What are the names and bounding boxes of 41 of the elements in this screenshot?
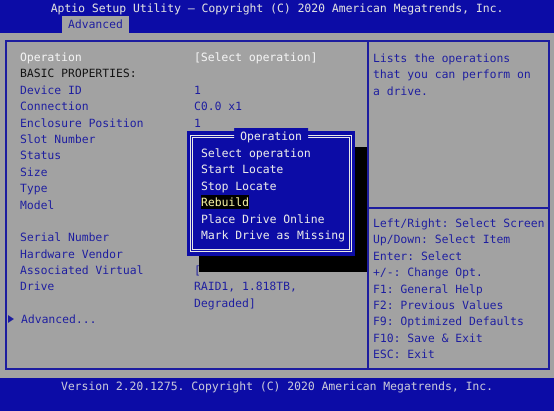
property-label: Type [20, 181, 48, 196]
key-hint: +/-: Change Opt. [373, 265, 483, 280]
property-label: Status [20, 148, 62, 162]
key-hint: Up/Down: Select Item [373, 232, 510, 246]
popup-option[interactable]: Place Drive Online [201, 212, 324, 226]
key-hint: Enter: Select [373, 248, 462, 263]
popup-option[interactable]: Mark Drive as Missing [201, 228, 346, 242]
property-value: RAID1, 1.818TB, [194, 278, 297, 295]
tab[interactable]: Advanced [62, 16, 129, 33]
version-text: Version 2.20.1275. Copyright (C) 2020 American Megatrends, Inc. [60, 379, 494, 393]
popup-option[interactable]: Stop Locate [201, 178, 276, 193]
key-hint: Left/Right: Select Screen [373, 216, 544, 230]
property-label: Serial Number [20, 230, 110, 244]
property-label: Device ID [20, 82, 82, 97]
key-hint: F1: General Help [373, 282, 483, 296]
submenu-arrow-icon [8, 315, 14, 324]
property-label: Hardware Vendor [20, 246, 123, 261]
property-label: Connection [20, 99, 89, 114]
help-text: Lists the operations that you can perform on a drive. [373, 51, 531, 98]
property-label: Slot Number [20, 132, 96, 146]
property-value: Degraded] [194, 294, 256, 312]
key-hint: F10: Save & Exit [373, 330, 483, 345]
property-value: [ [194, 262, 201, 278]
section-heading: BASIC PROPERTIES: [20, 65, 138, 82]
window-title: Aptio Setup Utility – Copyright (C) 2020 American Megatrends, Inc. [50, 0, 504, 16]
property-label: Drive [20, 279, 54, 294]
submenu-link[interactable]: Advanced... [21, 311, 195, 328]
property-label: Model [20, 198, 54, 212]
property-value: 1 [194, 114, 201, 131]
property-label: Associated Virtual [20, 263, 144, 278]
key-hint: F2: Previous Values [373, 298, 504, 312]
popup-option[interactable]: Start Locate [201, 162, 284, 176]
popup-option[interactable]: Select operation [201, 146, 311, 160]
property-value: 1 [194, 82, 201, 98]
property-value: C0.0 x1 [194, 98, 242, 115]
key-hint: F9: Optimized Defaults [373, 314, 524, 328]
popup-option[interactable]: Rebuild [201, 195, 250, 210]
property-label: Size [20, 164, 48, 179]
key-hint: ESC: Exit [373, 347, 435, 362]
popup-title: Operation [234, 128, 308, 144]
property-label: Enclosure Position [20, 116, 144, 130]
